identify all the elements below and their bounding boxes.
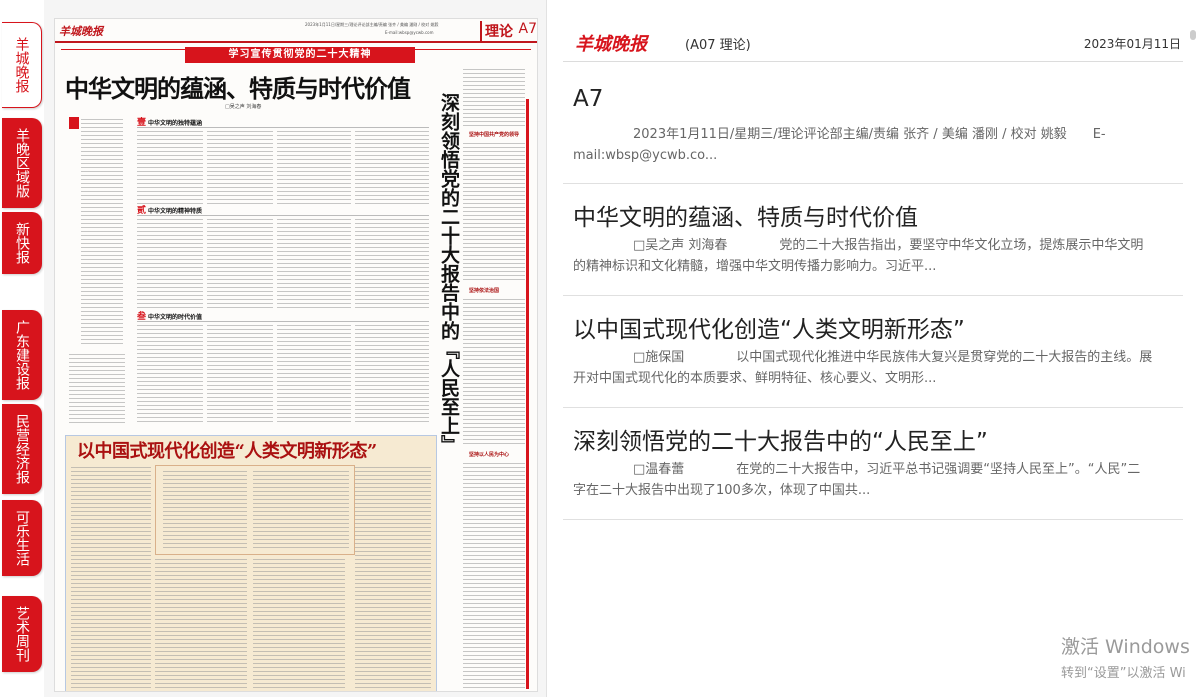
divider	[137, 215, 429, 216]
text-block	[69, 354, 125, 424]
right-subhead-3: 坚持以人民为中心	[469, 452, 510, 458]
text-block	[207, 325, 273, 425]
tab-xinkuaibao[interactable]: 新快报	[2, 212, 42, 274]
tab-regional-edition[interactable]: 羊晚区域版	[2, 118, 42, 208]
article-summary: 2023年1月11日/星期三/理论评论部主编/责编 张齐 / 美编 潘刚 / 校…	[573, 127, 1106, 163]
text-block	[207, 131, 273, 207]
article-list-item[interactable]: 深刻领悟党的二十大报告中的“人民至上” □温春蕾 在党的二十大报告中，习近平总书…	[563, 408, 1183, 520]
tab-kele-life[interactable]: 可乐生活	[2, 500, 42, 576]
masthead-logo: 羊城晚报	[59, 25, 103, 38]
subhead-text: 中华文明的精神特质	[148, 208, 203, 215]
panel-logo: 羊城晚报	[575, 34, 647, 55]
divider	[137, 321, 429, 322]
article-title[interactable]: 中华文明的蕴涵、特质与时代价值	[573, 198, 918, 232]
text-block	[277, 325, 351, 425]
text-block	[463, 463, 525, 689]
masthead-meta: 2023年1月11日/星期三/理论评论部主编/责编 张齐 / 美编 潘刚 / 校…	[305, 22, 439, 27]
text-block	[137, 131, 203, 207]
text-block	[81, 119, 123, 347]
tab-guangdong-construction[interactable]: 广东建设报	[2, 310, 42, 400]
tab-private-economy[interactable]: 民营经济报	[2, 404, 42, 494]
article-title[interactable]: 深刻领悟党的二十大报告中的“人民至上”	[573, 422, 988, 456]
byline-1: □吴之声 刘海春	[225, 104, 262, 110]
windows-activation-watermark: 激活 Windows 转到“设置”以激活 Wi	[1061, 632, 1190, 681]
scrollbar-thumb[interactable]	[1190, 30, 1196, 40]
text-block	[463, 143, 525, 283]
dropcap-mark	[69, 117, 79, 129]
watermark-line-2: 转到“设置”以激活 Wi	[1061, 666, 1186, 681]
tab-yangcheng-wanbao[interactable]: 羊城晚报	[2, 22, 42, 108]
masthead-section: 理论	[480, 21, 513, 41]
divider	[137, 127, 429, 128]
watermark-line-1: 激活 Windows	[1061, 636, 1190, 658]
masthead-email: E-mail:wbsp@ycwb.com	[385, 30, 434, 35]
newspaper-page[interactable]: 羊城晚报 2023年1月11日/星期三/理论评论部主编/责编 张齐 / 美编 潘…	[54, 18, 538, 692]
article-hotspot-headline-3[interactable]: 深刻领悟党的二十大报告中的『人民至上』	[437, 93, 460, 454]
page-edge-rule	[526, 99, 529, 689]
edition-label: (A07 理论)	[685, 38, 751, 53]
text-block	[355, 131, 429, 207]
text-block	[277, 219, 351, 311]
text-block	[355, 467, 431, 689]
tab-art-weekly[interactable]: 艺术周刊	[2, 596, 42, 672]
text-block	[463, 69, 525, 127]
article-hotspot-headline-2[interactable]: 以中国式现代化创造“人类文明新形态”	[77, 437, 377, 463]
text-block	[163, 471, 247, 551]
topic-banner: 学习宣传贯彻党的二十大精神	[185, 47, 415, 63]
right-subhead-1: 坚持中国共产党的领导	[469, 132, 520, 138]
masthead-page-number: A7	[518, 21, 537, 37]
text-block	[71, 467, 151, 689]
text-block	[355, 325, 429, 425]
text-block	[253, 559, 345, 689]
article-title[interactable]: A7	[573, 86, 603, 112]
article-title[interactable]: 以中国式现代化创造“人类文明新形态”	[573, 310, 965, 344]
text-block	[155, 559, 247, 689]
text-block	[355, 219, 429, 311]
article-list-panel: 羊城晚报 (A07 理论) 2023年01月11日 A7 2023年1月11日/…	[546, 0, 1200, 697]
article-summary: □温春蕾 在党的二十大报告中，习近平总书记强调要“坚持人民至上”。“人民”二字在…	[573, 462, 1141, 498]
text-block	[207, 219, 273, 311]
article-summary: □施保国 以中国式现代化推进中华民族伟大复兴是贯穿党的二十大报告的主线。展开对中…	[573, 350, 1153, 386]
text-block	[277, 131, 351, 207]
article-list-item[interactable]: 以中国式现代化创造“人类文明新形态” □施保国 以中国式现代化推进中华民族伟大复…	[563, 296, 1183, 408]
text-block	[463, 299, 525, 447]
newspaper-page-area: 羊城晚报 2023年1月11日/星期三/理论评论部主编/责编 张齐 / 美编 潘…	[44, 0, 546, 697]
subhead-text: 中华文明的独特蕴涵	[148, 120, 203, 127]
article-hotspot-headline-1[interactable]: 中华文明的蕴涵、特质与时代价值	[65, 69, 411, 104]
text-block	[137, 219, 203, 311]
publication-tabs: 羊城晚报 羊晚区域版 新快报 广东建设报 民营经济报 可乐生活 艺术周刊	[0, 0, 44, 697]
page-masthead: 羊城晚报 2023年1月11日/星期三/理论评论部主编/责编 张齐 / 美编 潘…	[55, 19, 537, 43]
panel-header: 羊城晚报 (A07 理论) 2023年01月11日	[563, 22, 1183, 62]
text-block	[137, 325, 203, 425]
right-subhead-2: 坚持依法治国	[469, 288, 500, 294]
text-block	[253, 471, 349, 551]
edition-date: 2023年01月11日	[1083, 37, 1181, 51]
article-list-item[interactable]: A7 2023年1月11日/星期三/理论评论部主编/责编 张齐 / 美编 潘刚 …	[563, 70, 1183, 184]
subhead-text: 中华文明的时代价值	[148, 314, 203, 321]
article-list-item[interactable]: 中华文明的蕴涵、特质与时代价值 □吴之声 刘海春 党的二十大报告指出，要坚守中华…	[563, 184, 1183, 296]
article-summary: □吴之声 刘海春 党的二十大报告指出，要坚守中华文化立场，提炼展示中华文明的精神…	[573, 238, 1144, 274]
